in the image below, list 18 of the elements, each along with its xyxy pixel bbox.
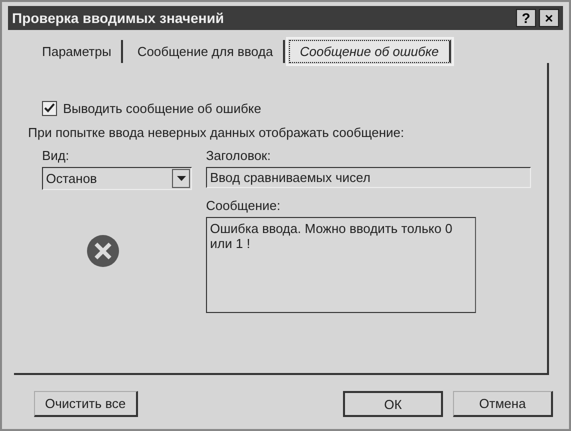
title-field[interactable]: Ввод сравниваемых чисел bbox=[206, 167, 531, 188]
help-button[interactable]: ? bbox=[516, 9, 536, 27]
tab[interactable]: Параметры bbox=[32, 40, 124, 63]
title-label: Заголовок: bbox=[206, 148, 272, 163]
dialog-button[interactable]: Отмена bbox=[453, 391, 553, 417]
window-title: Проверка вводимых значений bbox=[12, 10, 225, 26]
prompt-text: При попытке ввода неверных данных отображать сообщение: bbox=[28, 125, 406, 140]
style-dropdown[interactable]: Останов bbox=[42, 167, 192, 190]
tab[interactable]: Сообщение об ошибке bbox=[288, 40, 451, 63]
checkbox[interactable] bbox=[42, 101, 57, 116]
message-label: Сообщение: bbox=[206, 198, 282, 213]
close-button[interactable]: × bbox=[539, 9, 559, 27]
style-label: Вид: bbox=[42, 148, 70, 163]
message-field[interactable]: Ошибка ввода. Можно вводить только 0 или 1 ! bbox=[206, 217, 476, 313]
checkbox-label: Выводить сообщение об ошибке bbox=[63, 101, 262, 116]
dialog-button[interactable]: ОК bbox=[343, 391, 443, 417]
error-icon bbox=[86, 234, 120, 268]
dialog-button[interactable]: Очистить все bbox=[34, 391, 138, 417]
